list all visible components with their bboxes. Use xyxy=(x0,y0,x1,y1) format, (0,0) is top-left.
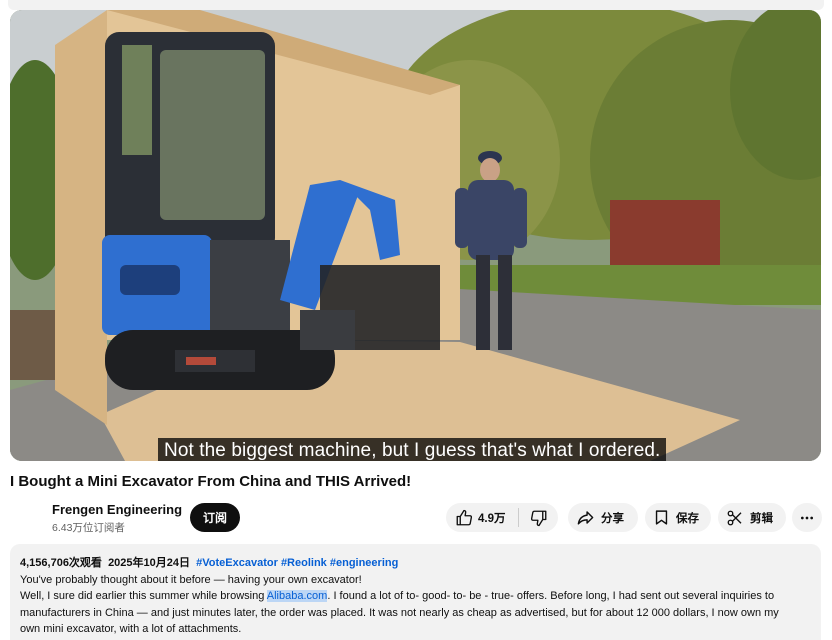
more-horizontal-icon xyxy=(801,516,813,519)
save-button[interactable]: 保存 xyxy=(645,503,711,532)
save-label: 保存 xyxy=(676,512,699,525)
channel-name[interactable]: Frengen Engineering xyxy=(52,502,182,517)
hashtag-link[interactable]: #VoteExcavator xyxy=(196,557,278,569)
video-player[interactable]: Not the biggest machine, but I guess tha… xyxy=(10,10,821,461)
more-actions-button[interactable] xyxy=(792,503,822,532)
description-meta: 4,156,706次观看 2025年10月24日 #VoteExcavator … xyxy=(20,555,811,572)
scissors-icon xyxy=(727,510,742,525)
description-line: own mini excavator, with a lot of attach… xyxy=(20,623,242,635)
clip-button[interactable]: 剪辑 xyxy=(718,503,786,532)
description-line: Well, I sure did earlier this summer whi… xyxy=(20,588,811,605)
bookmark-icon xyxy=(655,510,668,525)
highlighted-link[interactable]: Alibaba.com xyxy=(266,590,328,602)
view-count: 4,156,706次观看 xyxy=(20,557,102,569)
previous-section-edge xyxy=(8,0,824,10)
upload-date: 2025年10月24日 xyxy=(108,557,191,569)
video-caption: Not the biggest machine, but I guess tha… xyxy=(158,438,667,461)
hashtag-link[interactable]: #Reolink xyxy=(281,557,327,569)
dislike-button[interactable] xyxy=(519,503,558,532)
like-button[interactable]: 4.9万 xyxy=(446,503,518,532)
share-button[interactable]: 分享 xyxy=(568,503,638,532)
share-label: 分享 xyxy=(601,512,624,525)
description-line: manufacturers in China — and just minute… xyxy=(20,606,779,619)
description-text: . I found a lot of to- good- to- be - tr… xyxy=(327,590,775,602)
like-dislike-group: 4.9万 xyxy=(446,503,558,532)
hashtag-link[interactable]: #engineering xyxy=(330,557,398,569)
description-text: Well, I sure did earlier this summer whi… xyxy=(20,590,267,602)
description-box[interactable]: 4,156,706次观看 2025年10月24日 #VoteExcavator … xyxy=(10,544,821,640)
subscribe-button[interactable]: 订阅 xyxy=(190,503,240,532)
description-line: You've probably thought about it before … xyxy=(20,573,362,586)
thumbs-up-icon xyxy=(456,509,473,525)
share-arrow-icon xyxy=(577,511,594,525)
thumbs-down-icon xyxy=(530,510,546,526)
subscriber-count: 6.43万位订阅者 xyxy=(52,522,125,534)
clip-label: 剪辑 xyxy=(750,512,773,525)
video-frame xyxy=(10,10,821,461)
like-count: 4.9万 xyxy=(478,512,506,525)
video-title: I Bought a Mini Excavator From China and… xyxy=(10,473,412,490)
